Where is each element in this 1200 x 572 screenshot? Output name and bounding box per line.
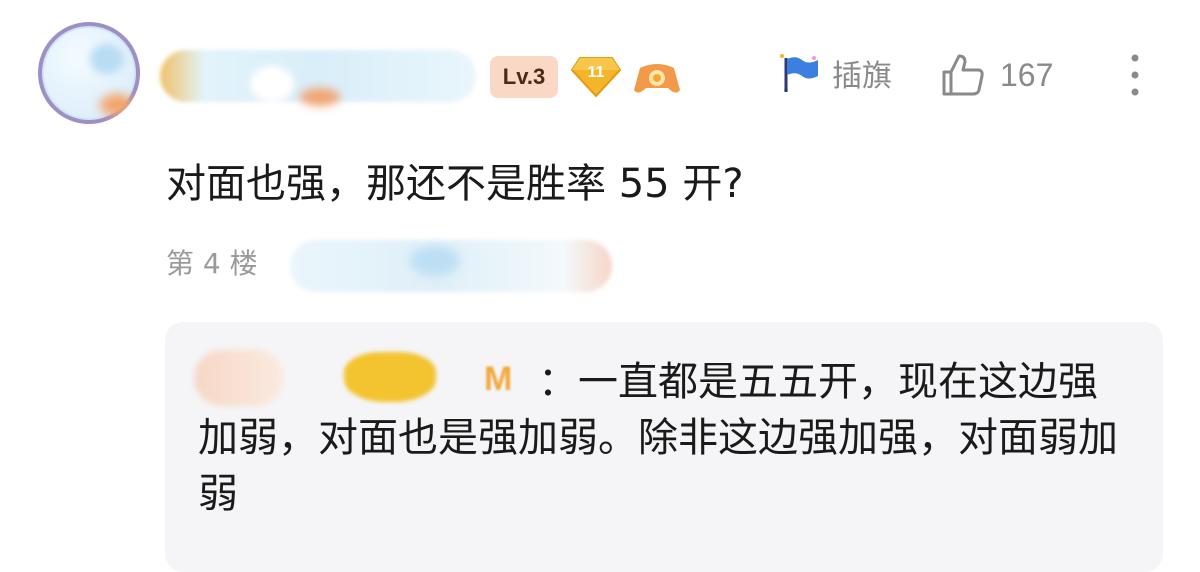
more-button[interactable] (1120, 50, 1150, 100)
meta-blurred (290, 240, 612, 292)
reply-text: ：一直都是五五开，现在这边强加弱，对面也是强加弱。除非这边强加强，对面弱加弱 (198, 359, 1118, 517)
diamond-badge-icon: 11 (570, 54, 622, 98)
thumbs-up-icon (942, 54, 984, 96)
like-button[interactable]: 167 (940, 50, 1053, 100)
flag-button[interactable]: 插旗 (774, 48, 892, 98)
comment-text: 对面也强，那还不是胜率 55 开? (166, 161, 744, 207)
level-badge: Lv.3 (490, 56, 558, 98)
username-blurred[interactable] (160, 50, 476, 106)
user-avatar[interactable] (38, 22, 140, 124)
more-vertical-icon (1131, 54, 1139, 96)
gem-count: 11 (587, 64, 605, 81)
flag-label: 插旗 (832, 59, 892, 94)
floor-number: 第 4 楼 (166, 247, 258, 280)
like-count: 167 (1000, 56, 1054, 93)
flag-icon (780, 54, 818, 92)
gamepad-badge-icon (632, 58, 682, 98)
